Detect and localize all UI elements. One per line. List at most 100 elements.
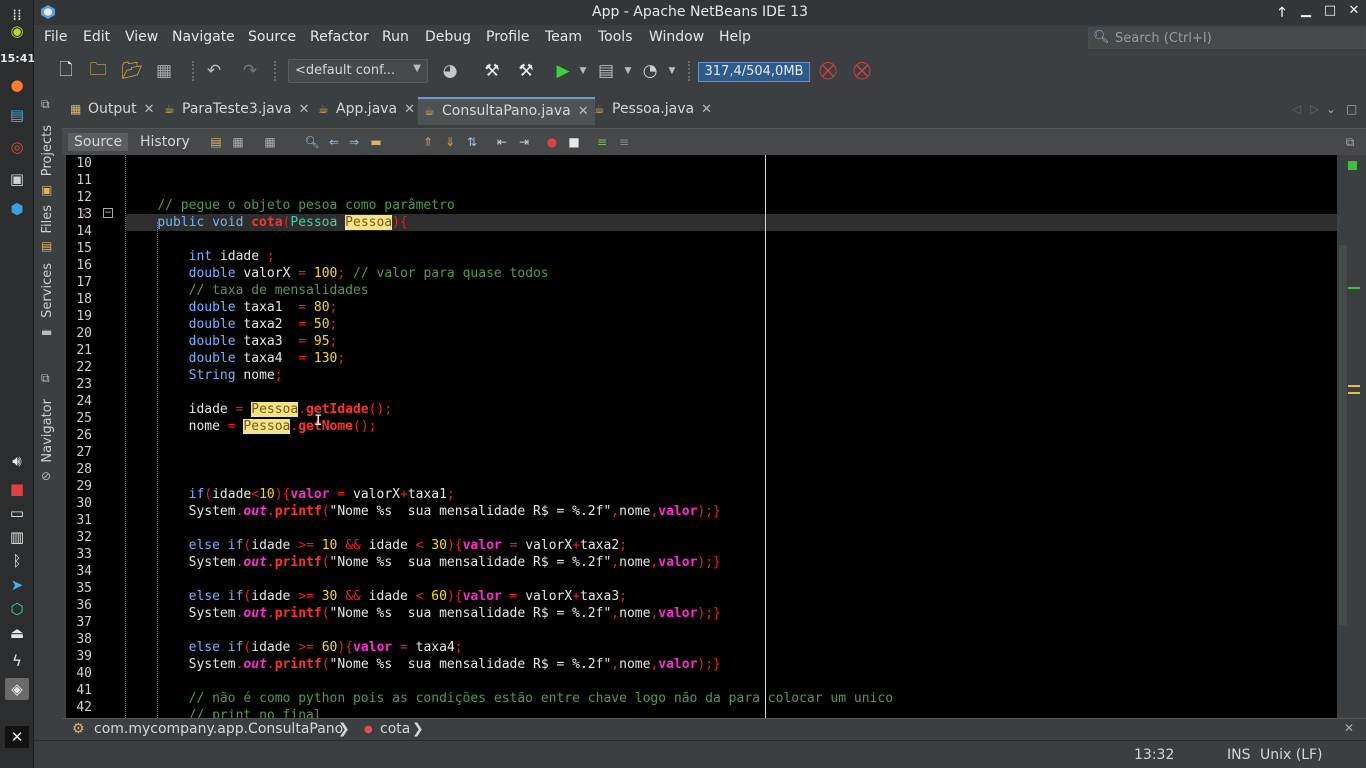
menu-window[interactable]: Window: [649, 29, 704, 45]
window-up-icon[interactable]: 🡑: [1272, 3, 1292, 21]
restore-window-icon[interactable]: ⧉: [41, 97, 50, 112]
close-icon[interactable]: ✕: [1344, 3, 1364, 21]
fold-collapse-icon[interactable]: −: [103, 208, 113, 218]
volume-icon[interactable]: 🔊︎: [5, 450, 29, 472]
hint-bulb-icon[interactable]: 💡︎: [80, 207, 88, 221]
find-previous-icon[interactable]: ⇐: [326, 134, 342, 150]
tab-pessoa[interactable]: ☕︎ Pessoa.java ✕: [588, 97, 718, 125]
next-bookmark-icon[interactable]: ⇓: [442, 134, 458, 150]
memory-usage-bar[interactable]: 317,4/504,0MB: [698, 62, 810, 82]
tab-files[interactable]: Files: [40, 205, 55, 234]
menu-source[interactable]: Source: [248, 29, 296, 45]
history-view-button[interactable]: History: [134, 133, 196, 151]
clean-build-icon[interactable]: ⚒: [514, 59, 538, 83]
tab-list-chevron-icon[interactable]: ⌄: [1326, 102, 1336, 116]
stop-macro-icon[interactable]: ■: [566, 134, 582, 150]
menu-edit[interactable]: Edit: [83, 29, 110, 45]
find-next-icon[interactable]: ⇒: [346, 134, 362, 150]
tab-services[interactable]: Services: [40, 263, 55, 318]
insert-mode[interactable]: INS: [1227, 747, 1251, 763]
tab-output[interactable]: ▦ Output ✕: [64, 97, 161, 125]
shift-right-icon[interactable]: ⇥: [516, 134, 532, 150]
clipboard-icon[interactable]: ▥: [5, 526, 29, 548]
previous-bookmark-icon[interactable]: ⇑: [420, 134, 436, 150]
package-icon[interactable]: ⬡: [5, 598, 29, 620]
close-tab-icon[interactable]: ✕: [299, 102, 310, 117]
scroll-left-icon[interactable]: ◁: [1292, 102, 1301, 116]
search-input[interactable]: [1115, 29, 1355, 47]
minimize-icon[interactable]: ▁: [1296, 3, 1316, 21]
cursor-position[interactable]: 13:32: [1134, 747, 1174, 763]
menu-run[interactable]: Run: [382, 29, 409, 45]
menu-refactor[interactable]: Refactor: [310, 29, 369, 45]
power-icon[interactable]: ◉: [5, 20, 29, 42]
close-tab-icon[interactable]: ✕: [404, 102, 415, 117]
scroll-right-icon[interactable]: ▷: [1310, 102, 1319, 116]
configuration-select[interactable]: <default conf... ▼: [288, 59, 428, 83]
document-viewer-icon[interactable]: ▣: [5, 168, 29, 190]
breadcrumb-method[interactable]: cota: [380, 721, 410, 737]
new-file-icon[interactable]: 🗋: [54, 59, 78, 83]
close-tab-icon[interactable]: ✕: [578, 104, 589, 119]
toggle-highlight-icon[interactable]: ▬: [368, 134, 384, 150]
menu-help[interactable]: Help: [719, 29, 751, 45]
new-project-icon[interactable]: 🗀: [86, 59, 110, 83]
eject-icon[interactable]: ⏏: [5, 622, 29, 644]
profile-icon[interactable]: ◔: [638, 59, 662, 83]
menu-profile[interactable]: Profile: [486, 29, 530, 45]
files-icon[interactable]: ▤: [5, 104, 29, 126]
toggle-bookmark-icon[interactable]: ⇅: [464, 134, 480, 150]
change-marker[interactable]: [1348, 287, 1360, 289]
find-icon[interactable]: 🔍︎: [304, 134, 320, 150]
menu-debug[interactable]: Debug: [425, 29, 471, 45]
globe-icon[interactable]: ◕: [438, 59, 462, 83]
menu-tools[interactable]: Tools: [598, 29, 633, 45]
x-app-icon[interactable]: ✕: [5, 726, 29, 748]
close-breadcrumb-icon[interactable]: ✕: [1344, 721, 1354, 735]
active-window-icon[interactable]: ◈: [5, 678, 29, 700]
split-editor-icon[interactable]: ⧉: [1342, 134, 1358, 150]
menu-navigate[interactable]: Navigate: [172, 29, 235, 45]
restore-window-icon-2[interactable]: ⧉: [41, 371, 50, 386]
menu-file[interactable]: File: [44, 29, 67, 45]
close-project-icon[interactable]: ▦: [152, 59, 176, 83]
profiler-snapshot-icon[interactable]: ⛒: [850, 59, 874, 83]
menu-team[interactable]: Team: [545, 29, 582, 45]
uncomment-icon[interactable]: ≡: [616, 134, 632, 150]
open-project-icon[interactable]: 📂︎: [120, 59, 144, 83]
tab-projects[interactable]: Projects: [40, 125, 55, 176]
maximize-icon[interactable]: □: [1320, 3, 1340, 21]
tab-parateste3[interactable]: ☕︎ ParaTeste3.java ✕: [158, 97, 316, 125]
netbeans-icon[interactable]: ⬢: [5, 198, 29, 220]
line-endings[interactable]: Unix (LF): [1260, 747, 1323, 763]
debug-icon[interactable]: ▤: [594, 59, 618, 83]
garbage-collect-icon[interactable]: ⛒: [816, 59, 840, 83]
undo-icon[interactable]: ↶: [202, 59, 226, 83]
search-box[interactable]: 🔍︎: [1088, 27, 1366, 49]
screen-icon[interactable]: ▭: [5, 502, 29, 524]
redo-icon[interactable]: ↷: [238, 59, 262, 83]
tab-app[interactable]: ☕︎ App.java ✕: [312, 97, 421, 125]
maximize-editor-icon[interactable]: □: [1346, 102, 1357, 116]
occurrence-marker[interactable]: [1348, 392, 1360, 394]
tab-consultapano[interactable]: ☕︎ ConsultaPano.java ✕: [418, 97, 595, 125]
last-edit-icon[interactable]: ▤: [208, 134, 224, 150]
bluetooth-icon[interactable]: ᛒ: [5, 550, 29, 572]
error-stripe[interactable]: [1337, 155, 1366, 718]
code-editor[interactable]: // pegue o objeto pesoa como parâmetro p…: [126, 155, 1337, 718]
profile-dropdown-icon[interactable]: ▼: [660, 59, 684, 83]
source-view-button[interactable]: Source: [68, 133, 129, 151]
record-macro-icon[interactable]: ●: [544, 134, 560, 150]
breadcrumb-class[interactable]: com.mycompany.app.ConsultaPano: [94, 721, 343, 737]
close-tab-icon[interactable]: ✕: [701, 102, 712, 117]
power-plug-icon[interactable]: ϟ: [5, 650, 29, 672]
telegram-icon[interactable]: ➤: [5, 574, 29, 596]
menu-view[interactable]: View: [125, 29, 158, 45]
back-icon[interactable]: ▦: [230, 134, 246, 150]
comment-icon[interactable]: ≡: [594, 134, 610, 150]
camera-icon[interactable]: ■: [5, 478, 29, 500]
firefox-icon[interactable]: ●: [5, 74, 29, 96]
build-hammer-icon[interactable]: ⚒: [480, 59, 504, 83]
vertical-scrollbar[interactable]: [1339, 245, 1347, 625]
run-dropdown-icon[interactable]: ▼: [571, 59, 595, 83]
